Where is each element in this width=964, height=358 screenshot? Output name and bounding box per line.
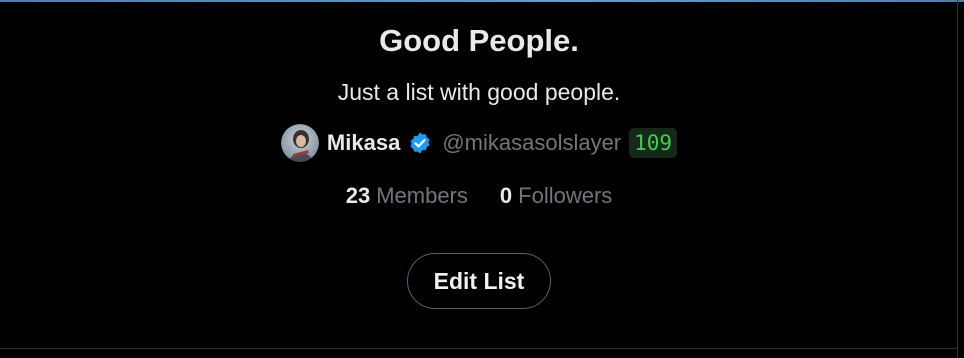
list-description: Just a list with good people.	[337, 79, 621, 105]
owner-name[interactable]: Mikasa	[327, 130, 400, 156]
list-header-content: Good People. Just a list with good peopl…	[0, 0, 958, 309]
members-label: Members	[376, 183, 468, 208]
verified-badge-icon	[408, 131, 432, 155]
owner-handle[interactable]: @mikasasolslayer	[442, 130, 621, 156]
owner-count-badge: 109	[629, 128, 678, 158]
list-stats: 23 Members 0 Followers	[346, 181, 613, 211]
followers-count: 0	[499, 183, 513, 208]
list-header-panel: Good People. Just a list with good peopl…	[0, 0, 964, 358]
avatar[interactable]	[280, 124, 319, 162]
members-count: 23	[345, 183, 371, 208]
list-owner[interactable]: Mikasa @mikasasolslayer 109	[280, 123, 678, 163]
members-stat[interactable]: 23 Members	[346, 181, 468, 211]
list-title: Good People.	[379, 23, 579, 58]
followers-stat[interactable]: 0 Followers	[500, 181, 612, 211]
bottom-divider	[0, 348, 958, 349]
edit-list-button[interactable]: Edit List	[406, 253, 552, 309]
followers-label: Followers	[518, 183, 613, 208]
